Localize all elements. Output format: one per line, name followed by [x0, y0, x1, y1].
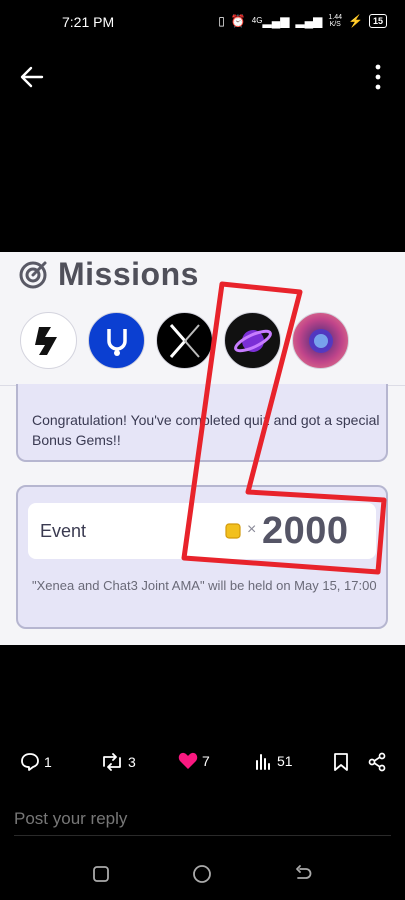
heart-icon: [178, 752, 198, 769]
congrats-message: Congratulation! You've completed quiz an…: [32, 412, 380, 448]
partner-avatar-4: [224, 312, 281, 369]
home-icon[interactable]: [192, 864, 212, 884]
partner-avatar-2: [88, 312, 145, 369]
alarm-icon: ⏰: [230, 14, 246, 28]
status-icons: ▯ ⏰ 4G▂▄▆ ▂▄▆ 1.44 K/S ⚡ 15: [218, 13, 387, 29]
status-time: 7:21 PM: [62, 14, 115, 30]
views-action[interactable]: 51: [255, 752, 293, 770]
multiplier-sign: ×: [247, 521, 257, 538]
network-speed-unit: K/S: [329, 21, 341, 28]
post-image[interactable]: Missions Congratulation! You've complete…: [0, 252, 405, 645]
bookmark-action[interactable]: [332, 752, 350, 772]
reward-amount: 2000: [262, 510, 349, 552]
more-options-icon[interactable]: [373, 64, 383, 90]
bookmark-icon: [334, 753, 348, 771]
share-action[interactable]: [367, 752, 387, 772]
bonus-card: Congratulation! You've completed quiz an…: [16, 384, 388, 462]
battery-icon: 15: [368, 14, 387, 28]
target-icon: [19, 261, 47, 288]
vibrate-icon: ▯: [218, 14, 225, 28]
missions-header: Missions: [18, 256, 199, 293]
status-bar: 7:21 PM ▯ ⏰ 4G▂▄▆ ▂▄▆ 1.44 K/S ⚡ 15: [0, 0, 405, 44]
event-reward-box: Event × 2000: [28, 503, 376, 559]
partner-avatar-3: [156, 312, 213, 369]
signal-icon-2: ▂▄▆: [295, 14, 323, 28]
share-icon: [368, 752, 386, 772]
back-arrow-icon[interactable]: [18, 63, 46, 91]
repost-action[interactable]: 3: [100, 752, 136, 772]
reply-icon: [21, 753, 39, 771]
charging-icon: ⚡: [348, 14, 363, 28]
back-nav-icon[interactable]: [293, 864, 313, 884]
views-count: 51: [277, 753, 293, 769]
event-note: "Xenea and Chat3 Joint AMA" will be held…: [32, 578, 377, 593]
u-logo-icon: [106, 328, 127, 356]
like-count: 7: [202, 753, 210, 769]
reply-input[interactable]: [14, 806, 391, 832]
event-card: Event × 2000 "Xenea and Chat3 Joint AMA"…: [16, 485, 388, 629]
system-nav-bar: [0, 856, 405, 892]
network-speed: 1.44 K/S: [328, 14, 342, 28]
repost-count: 3: [128, 754, 136, 770]
signal-icon: 4G▂▄▆: [251, 14, 290, 28]
post-actions: 1 3 7 51: [0, 748, 405, 780]
top-bar: [0, 55, 405, 99]
missions-title: Missions: [58, 256, 199, 292]
reply-count: 1: [44, 754, 52, 770]
partner-avatar-1: [20, 312, 77, 369]
gem-icon: [225, 523, 241, 539]
like-action[interactable]: 7: [178, 752, 210, 770]
bolt-logo-icon: [34, 326, 57, 355]
views-chart-icon: [256, 754, 270, 770]
partner-avatar-5: [292, 312, 349, 369]
event-label: Event: [40, 521, 87, 541]
planet-logo-icon: [233, 329, 272, 352]
signal-label: 4G: [251, 16, 263, 25]
x-logo-icon: [169, 323, 200, 358]
partner-avatars: [20, 312, 349, 369]
repost-icon: [103, 753, 121, 771]
recent-apps-icon[interactable]: [91, 864, 111, 884]
reply-bar: [14, 806, 391, 836]
globe-logo-icon: [308, 328, 333, 353]
reply-action[interactable]: 1: [20, 752, 52, 772]
network-speed-value: 1.44: [328, 14, 343, 21]
